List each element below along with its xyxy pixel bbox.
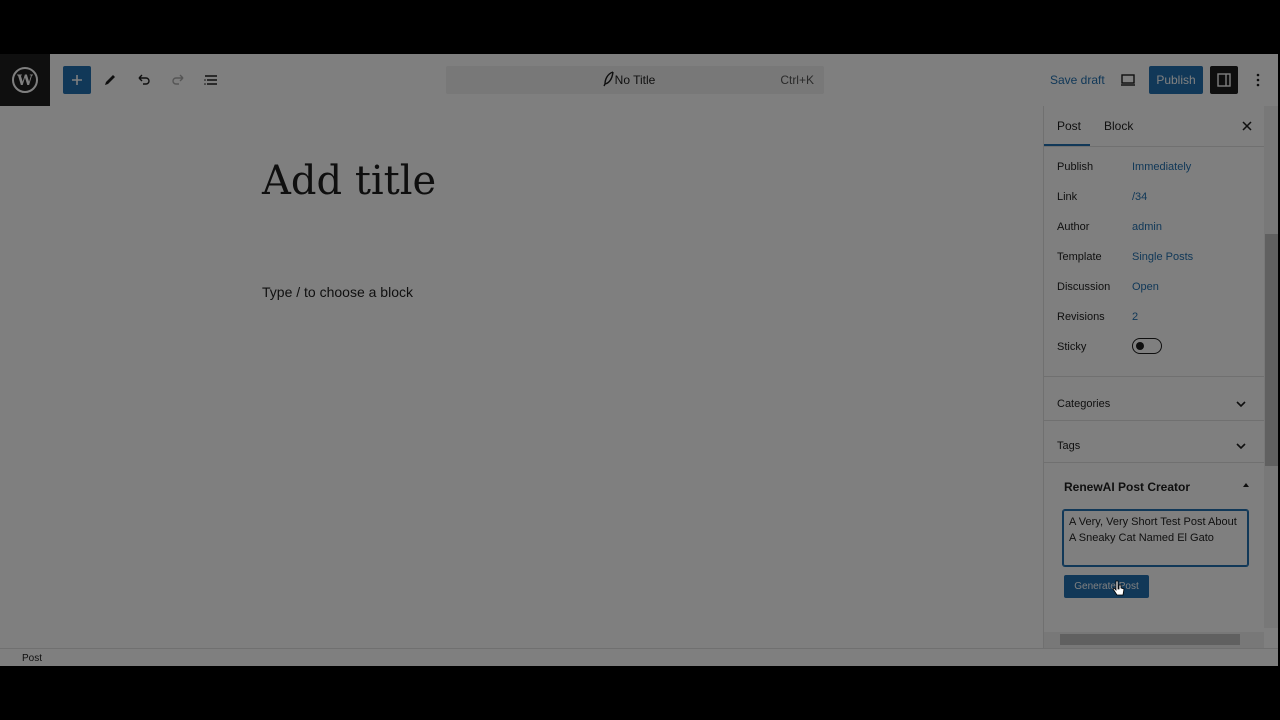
command-palette-bar[interactable]: No Title Ctrl+K [446,66,824,94]
options-button[interactable] [1244,66,1272,94]
preview-button[interactable] [1114,66,1142,94]
document-title: No Title [614,73,656,87]
scroll-thumb[interactable] [1060,634,1240,645]
generate-post-button[interactable]: Generate Post [1064,575,1149,598]
top-toolbar: W No Title Ctrl+K Save draft Publish [0,54,1278,107]
discussion-label: Discussion [1057,281,1111,293]
link-label: Link [1057,191,1078,203]
revisions-link[interactable]: 2 [1132,311,1138,323]
svg-text:W: W [16,73,33,89]
undo-button[interactable] [130,66,158,94]
active-tab-indicator [1044,144,1090,146]
publish-date-link[interactable]: Immediately [1132,161,1191,173]
permalink-link[interactable]: /34 [1132,191,1147,203]
divider [1044,420,1264,421]
list-view-icon [204,75,217,85]
undo-icon [138,74,150,85]
ai-prompt-textarea[interactable]: A Very, Very Short Test Post About A Sne… [1063,510,1248,566]
preview-icon [1121,74,1135,86]
sidebar-tabs: Post Block [1044,106,1264,147]
categories-panel-toggle[interactable]: Categories [1057,398,1110,410]
plus-icon [72,75,82,85]
editor-canvas[interactable]: Add title Type / to choose a block [0,106,1043,648]
block-appender[interactable]: Type / to choose a block [262,284,413,300]
template-link[interactable]: Single Posts [1132,251,1193,263]
pencil-icon [105,75,115,85]
block-breadcrumb-bar: Post [0,648,1278,666]
redo-icon [172,74,184,85]
author-link[interactable]: admin [1132,221,1162,233]
sidebar-horizontal-scrollbar[interactable] [1044,632,1264,648]
tags-panel-toggle[interactable]: Tags [1057,440,1080,452]
sticky-label: Sticky [1057,341,1087,353]
editor-window: W No Title Ctrl+K Save draft Publish Add… [0,54,1278,666]
chevron-down-icon[interactable] [1234,439,1248,453]
revisions-label: Revisions [1057,311,1105,323]
more-vertical-icon [1256,73,1260,87]
scroll-thumb[interactable] [1265,234,1278,466]
save-draft-button[interactable]: Save draft [1050,73,1105,87]
divider [1044,462,1264,463]
template-label: Template [1057,251,1102,263]
chevron-up-icon[interactable] [1241,480,1251,490]
tools-button[interactable] [96,66,124,94]
wordpress-logo-icon[interactable]: W [0,54,50,106]
settings-sidebar: Post Block Publish Immediately Link /34 … [1043,106,1278,648]
document-overview-button[interactable] [197,66,225,94]
settings-panel-icon [1217,73,1231,87]
redo-button[interactable] [164,66,192,94]
tab-post[interactable]: Post [1057,119,1081,133]
ai-panel-title[interactable]: RenewAI Post Creator [1064,480,1190,494]
tab-block[interactable]: Block [1104,119,1133,133]
settings-button[interactable] [1210,66,1238,94]
post-title-input[interactable]: Add title [262,158,436,204]
publish-button[interactable]: Publish [1149,66,1203,94]
publish-label: Publish [1057,161,1094,173]
discussion-link[interactable]: Open [1132,281,1159,293]
divider [1044,376,1264,377]
add-block-button[interactable] [63,66,91,94]
breadcrumb-post[interactable]: Post [22,653,42,664]
shortcut-hint: Ctrl+K [780,73,814,87]
close-icon [1242,121,1252,131]
close-sidebar-button[interactable] [1237,116,1257,136]
sticky-toggle[interactable] [1132,338,1162,354]
toggle-knob [1136,342,1144,350]
hand-cursor-icon [1112,580,1125,596]
author-label: Author [1057,221,1090,233]
chevron-down-icon[interactable] [1234,397,1248,411]
sidebar-vertical-scrollbar[interactable] [1264,106,1278,628]
